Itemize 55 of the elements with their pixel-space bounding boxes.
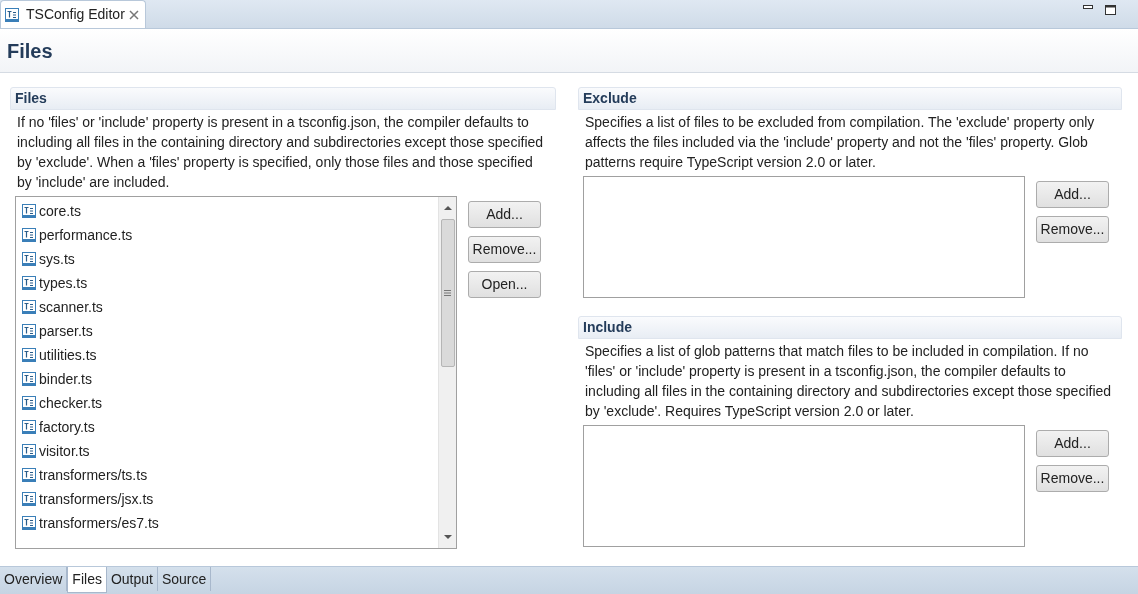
page-tab[interactable]: Source [157,567,212,591]
page-tab[interactable]: Output [106,567,158,591]
typescript-file-icon [22,276,36,290]
action-button[interactable]: Remove... [1036,216,1109,243]
file-list-item[interactable]: scanner.ts [22,295,438,319]
typescript-file-icon [22,252,36,266]
file-list-item[interactable]: transformers/ts.ts [22,463,438,487]
typescript-file-icon [22,372,36,386]
minimize-icon[interactable] [1083,5,1093,9]
file-list-item[interactable]: utilities.ts [22,343,438,367]
editor-tab[interactable]: TSConfig Editor [0,0,146,28]
action-button[interactable]: Remove... [468,236,541,263]
file-list-item[interactable]: parser.ts [22,319,438,343]
typescript-file-icon [22,204,36,218]
action-button[interactable]: Add... [1036,430,1109,457]
typescript-file-icon [22,492,36,506]
typescript-file-icon [22,396,36,410]
typescript-file-icon [22,228,36,242]
typescript-file-icon [5,7,19,22]
section-header: Files [10,87,556,110]
typescript-file-icon [22,324,36,338]
section-description: Specifies a list of files to be excluded from compilation. The 'exclude' property only affects the files included via the 'include' property and not the 'files' property. Glob patterns require TypeScript version 2.0 or later. [584,113,1096,172]
scrollbar[interactable] [438,197,456,548]
section-description: If no 'files' or 'include' property is present in a tsconfig.json, the compiler defaults to including all files in the containing directory and subdirectories except those specified by 'exclude'. When a 'files' property is specified, only those files and those specified by 'include' are included. [16,113,545,192]
file-list-item[interactable]: performance.ts [22,223,438,247]
typescript-file-icon [22,348,36,362]
page-tab[interactable]: Files [67,567,107,593]
section-description: Specifies a list of glob patterns that match files to be included in compilation. If no 'files' or 'include' property is present in a tsconfig.json, the compiler defaults to including all files in the containing directory and subdirectories except those specified by 'exclude'. Requires TypeScript version 2.0 or later. [584,342,1113,421]
page-title: Files [7,38,53,64]
section-header: Include [578,316,1122,339]
typescript-file-icon [22,444,36,458]
file-list-item[interactable]: transformers/es7.ts [22,511,438,535]
file-list-item[interactable]: sys.ts [22,247,438,271]
action-button[interactable]: Add... [468,201,541,228]
close-icon[interactable] [128,9,139,20]
typescript-file-icon [22,300,36,314]
file-list-item[interactable]: types.ts [22,271,438,295]
file-list-item[interactable]: factory.ts [22,415,438,439]
file-list-item[interactable]: visitor.ts [22,439,438,463]
typescript-file-icon [22,516,36,530]
file-list[interactable]: core.ts performance.ts sys.ts types.ts scanner.ts parser.ts utilities.ts binder.ts checker.ts factory.ts visitor.ts transformers/ts.ts transformers/jsx.ts transformers/es7.ts [15,196,457,549]
action-button[interactable]: Remove... [1036,465,1109,492]
file-list-item[interactable]: core.ts [22,199,438,223]
list-box[interactable] [583,425,1025,547]
action-button[interactable]: Open... [468,271,541,298]
typescript-file-icon [22,420,36,434]
list-box[interactable] [583,176,1025,298]
action-button[interactable]: Add... [1036,181,1109,208]
maximize-icon[interactable] [1105,5,1116,15]
file-list-item[interactable]: binder.ts [22,367,438,391]
file-list-item[interactable]: checker.ts [22,391,438,415]
file-list-item[interactable]: transformers/jsx.ts [22,487,438,511]
scroll-thumb[interactable] [440,219,455,367]
typescript-file-icon [22,468,36,482]
section-header: Exclude [578,87,1122,110]
